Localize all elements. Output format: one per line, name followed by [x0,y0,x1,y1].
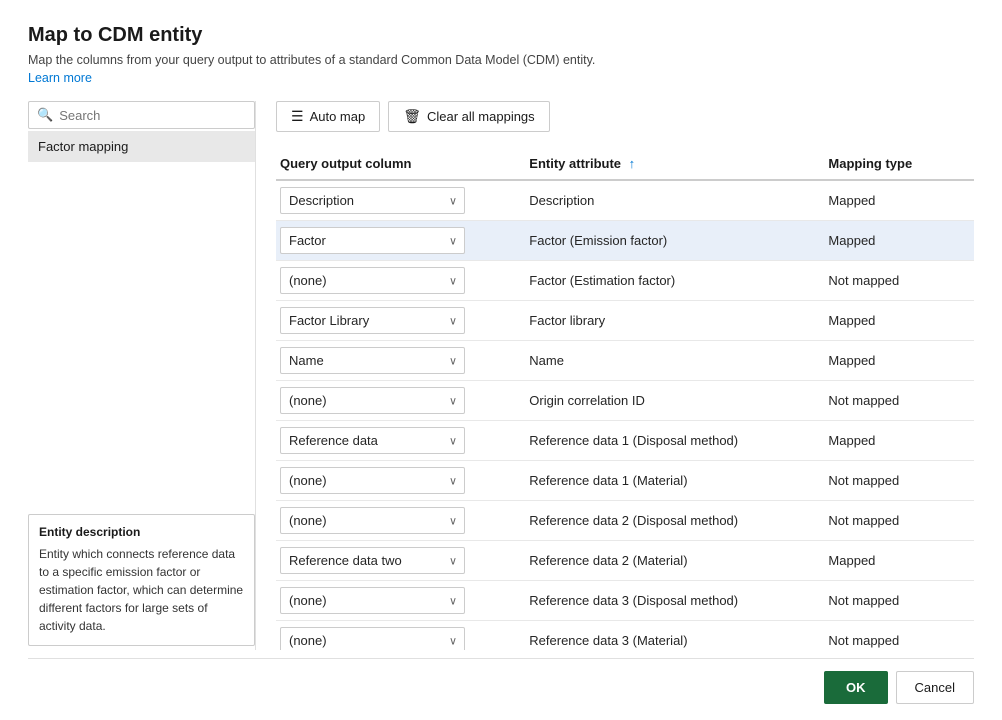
query-select[interactable]: (none)DescriptionFactorFactor LibraryNam… [280,467,465,494]
query-select[interactable]: (none)DescriptionFactorFactor LibraryNam… [280,307,465,334]
mapping-cell: Mapped [824,541,974,581]
entity-cell: Reference data 2 (Disposal method) [525,501,824,541]
search-icon: 🔍 [37,107,53,123]
table-row: (none)DescriptionFactorFactor LibraryNam… [276,180,974,221]
mapping-cell: Mapped [824,421,974,461]
query-cell: (none)DescriptionFactorFactor LibraryNam… [276,381,525,421]
entity-description-box: Entity description Entity which connects… [28,514,255,646]
table-row: (none)DescriptionFactorFactor LibraryNam… [276,581,974,621]
clear-all-icon: 🗑 [403,108,421,125]
ok-button[interactable]: OK [824,671,888,704]
clear-all-label: Clear all mappings [427,109,535,124]
query-select[interactable]: (none)DescriptionFactorFactor LibraryNam… [280,627,465,650]
mapping-table-container: Query output column Entity attribute ↑ M… [276,148,974,650]
toolbar: ☰ Auto map 🗑 Clear all mappings [276,101,974,132]
entity-cell: Reference data 3 (Material) [525,621,824,651]
table-row: (none)DescriptionFactorFactor LibraryNam… [276,221,974,261]
sidebar-item-factor-mapping[interactable]: Factor mapping [28,131,255,162]
search-input[interactable] [59,108,246,123]
mapping-cell: Mapped [824,221,974,261]
query-select[interactable]: (none)DescriptionFactorFactor LibraryNam… [280,507,465,534]
table-row: (none)DescriptionFactorFactor LibraryNam… [276,341,974,381]
mapping-cell: Mapped [824,180,974,221]
learn-more-link[interactable]: Learn more [28,71,974,85]
entity-cell: Factor (Estimation factor) [525,261,824,301]
query-select[interactable]: (none)DescriptionFactorFactor LibraryNam… [280,187,465,214]
table-row: (none)DescriptionFactorFactor LibraryNam… [276,301,974,341]
col-header-query: Query output column [276,148,525,180]
entity-description-text: Entity which connects reference data to … [39,545,244,635]
entity-cell: Name [525,341,824,381]
mapping-cell: Not mapped [824,621,974,651]
entity-cell: Description [525,180,824,221]
query-cell: (none)DescriptionFactorFactor LibraryNam… [276,461,525,501]
query-cell: (none)DescriptionFactorFactor LibraryNam… [276,261,525,301]
footer: OK Cancel [28,658,974,704]
query-select[interactable]: (none)DescriptionFactorFactor LibraryNam… [280,347,465,374]
entity-cell: Factor library [525,301,824,341]
query-cell: (none)DescriptionFactorFactor LibraryNam… [276,301,525,341]
query-cell: (none)DescriptionFactorFactor LibraryNam… [276,501,525,541]
table-row: (none)DescriptionFactorFactor LibraryNam… [276,381,974,421]
query-cell: (none)DescriptionFactorFactor LibraryNam… [276,180,525,221]
query-select[interactable]: (none)DescriptionFactorFactor LibraryNam… [280,587,465,614]
query-cell: (none)DescriptionFactorFactor LibraryNam… [276,621,525,651]
auto-map-label: Auto map [310,109,366,124]
entity-cell: Reference data 3 (Disposal method) [525,581,824,621]
table-row: (none)DescriptionFactorFactor LibraryNam… [276,461,974,501]
query-cell: (none)DescriptionFactorFactor LibraryNam… [276,341,525,381]
table-row: (none)DescriptionFactorFactor LibraryNam… [276,621,974,651]
query-select[interactable]: (none)DescriptionFactorFactor LibraryNam… [280,267,465,294]
query-select[interactable]: (none)DescriptionFactorFactor LibraryNam… [280,427,465,454]
mapping-cell: Mapped [824,341,974,381]
mapping-cell: Not mapped [824,461,974,501]
entity-cell: Factor (Emission factor) [525,221,824,261]
entity-cell: Reference data 1 (Disposal method) [525,421,824,461]
page-subtitle: Map the columns from your query output t… [28,53,974,67]
col-header-entity[interactable]: Entity attribute ↑ [525,148,824,180]
mapping-cell: Not mapped [824,261,974,301]
sidebar-list: Factor mapping [28,131,255,506]
query-select[interactable]: (none)DescriptionFactorFactor LibraryNam… [280,547,465,574]
query-select[interactable]: (none)DescriptionFactorFactor LibraryNam… [280,387,465,414]
mapping-cell: Not mapped [824,381,974,421]
mapping-cell: Mapped [824,301,974,341]
entity-cell: Origin correlation ID [525,381,824,421]
sort-icon: ↑ [629,156,636,171]
table-row: (none)DescriptionFactorFactor LibraryNam… [276,501,974,541]
query-select[interactable]: (none)DescriptionFactorFactor LibraryNam… [280,227,465,254]
mapping-cell: Not mapped [824,581,974,621]
auto-map-button[interactable]: ☰ Auto map [276,101,380,132]
search-box[interactable]: 🔍 [28,101,255,129]
query-cell: (none)DescriptionFactorFactor LibraryNam… [276,421,525,461]
table-row: (none)DescriptionFactorFactor LibraryNam… [276,541,974,581]
query-cell: (none)DescriptionFactorFactor LibraryNam… [276,581,525,621]
mapping-cell: Not mapped [824,501,974,541]
mapping-table: Query output column Entity attribute ↑ M… [276,148,974,650]
auto-map-icon: ☰ [291,108,304,125]
col-header-mapping: Mapping type [824,148,974,180]
query-cell: (none)DescriptionFactorFactor LibraryNam… [276,221,525,261]
table-row: (none)DescriptionFactorFactor LibraryNam… [276,261,974,301]
entity-description-label: Entity description [39,525,244,539]
cancel-button[interactable]: Cancel [896,671,974,704]
clear-all-mappings-button[interactable]: 🗑 Clear all mappings [388,101,549,132]
entity-cell: Reference data 2 (Material) [525,541,824,581]
query-cell: (none)DescriptionFactorFactor LibraryNam… [276,541,525,581]
page-title: Map to CDM entity [28,24,974,47]
entity-cell: Reference data 1 (Material) [525,461,824,501]
table-row: (none)DescriptionFactorFactor LibraryNam… [276,421,974,461]
